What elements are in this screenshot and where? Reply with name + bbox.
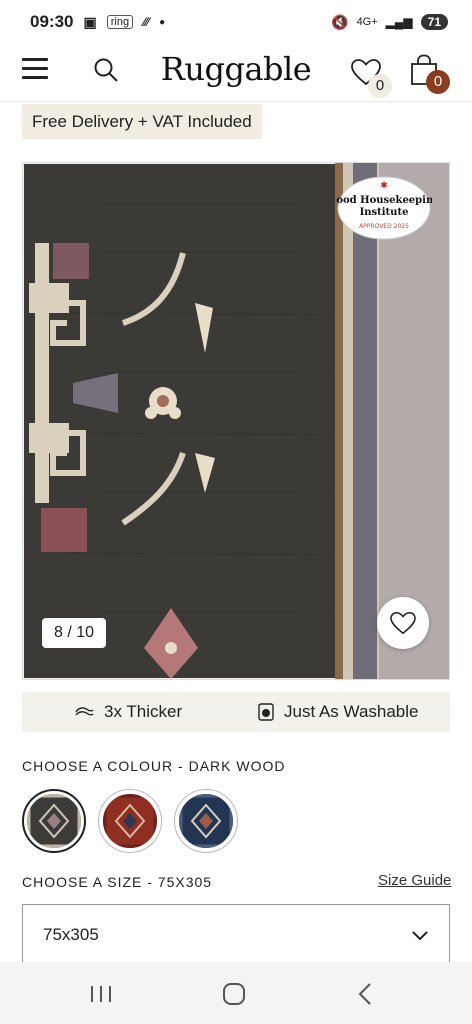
swatch-image — [179, 794, 233, 848]
status-time: 09:30 — [30, 12, 74, 31]
signal-icon: ▂▄▆ — [385, 15, 413, 29]
signal-app-icon: ⁄⁄⁄ — [143, 15, 150, 29]
mute-icon: 🔇 — [331, 13, 349, 30]
size-guide-link[interactable]: Size Guide — [378, 872, 451, 889]
dot-icon: ● — [159, 16, 166, 28]
favourite-button[interactable] — [377, 597, 429, 649]
swatch-image — [103, 794, 157, 848]
washing-machine-icon — [258, 703, 274, 721]
network-label: 4G+ — [356, 16, 378, 28]
colour-swatch-navy[interactable] — [174, 789, 238, 853]
size-dropdown[interactable]: 75x305 — [22, 904, 450, 964]
image-counter: 8 / 10 — [42, 618, 106, 648]
product-image-gallery[interactable]: ✱ Good Housekeeping Institute APPROVED 2… — [22, 162, 450, 680]
size-selected-value: 75x305 — [43, 925, 99, 944]
brand-logo[interactable]: Ruggable — [0, 50, 472, 88]
seal-line-1: Good Housekeeping — [336, 195, 432, 206]
site-header: Ruggable 0 0 — [0, 44, 472, 102]
seal-line-3: APPROVED 2025 — [359, 223, 409, 230]
battery-indicator: 71 — [420, 14, 448, 30]
ring-app-icon: ring — [106, 15, 134, 29]
chevron-down-icon — [412, 931, 428, 941]
size-label: CHOOSE A SIZE - 75X305 — [22, 874, 213, 890]
approved-seal-icon: ✱ Good Housekeeping Institute APPROVED 2… — [336, 176, 432, 240]
system-nav-bar — [0, 962, 472, 1024]
screenshot-icon: ▣ — [83, 13, 97, 30]
wishlist-count: 0 — [368, 74, 392, 98]
feature-label: 3x Thicker — [104, 702, 183, 721]
recent-apps-icon[interactable] — [88, 984, 114, 1004]
status-right: 🔇 4G+ ▂▄▆ 71 — [331, 14, 448, 31]
cart-button[interactable]: 0 — [410, 54, 450, 98]
status-bar: 09:30 ▣ ring ⁄⁄⁄ ● 🔇 4G+ ▂▄▆ 71 — [0, 0, 472, 44]
heart-icon — [390, 611, 416, 635]
swatch-image — [27, 794, 81, 848]
colour-label: CHOOSE A COLOUR - DARK WOOD — [22, 758, 286, 774]
feature-bar: 3x Thicker Just As Washable — [22, 692, 450, 732]
seal-line-2: Institute — [360, 207, 409, 218]
svg-text:✱: ✱ — [380, 181, 388, 191]
promo-banner: Free Delivery + VAT Included — [22, 104, 262, 139]
colour-swatch-red[interactable] — [98, 789, 162, 853]
feature-item: Just As Washable — [258, 702, 419, 722]
layers-icon — [75, 707, 94, 716]
feature-label: Just As Washable — [284, 702, 419, 721]
status-left: 09:30 ▣ ring ⁄⁄⁄ ● — [30, 12, 165, 32]
home-icon[interactable] — [222, 982, 246, 1006]
wishlist-button[interactable]: 0 — [350, 56, 392, 98]
feature-item: 3x Thicker — [74, 702, 182, 722]
back-icon[interactable] — [356, 982, 374, 1006]
colour-swatch-dark-wood[interactable] — [22, 789, 86, 853]
cart-count: 0 — [426, 70, 450, 94]
